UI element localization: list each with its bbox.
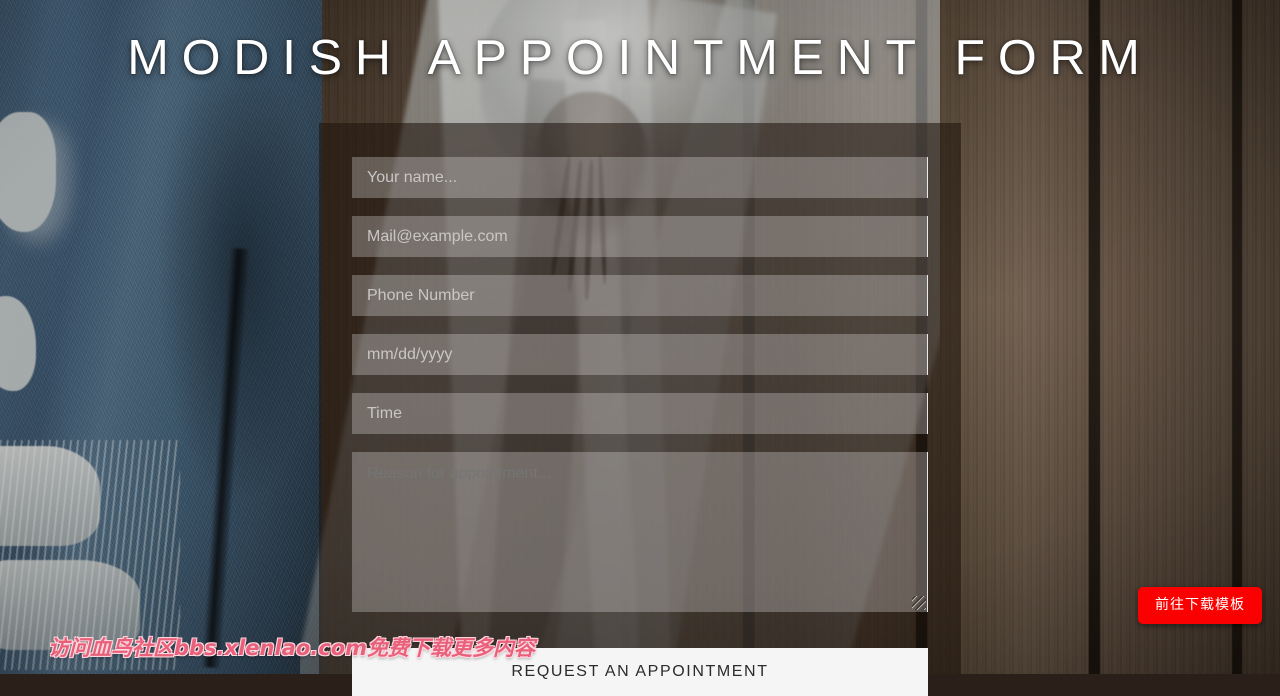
- date-input[interactable]: [352, 334, 928, 375]
- reason-field-wrapper: [352, 452, 928, 612]
- phone-input[interactable]: [352, 275, 928, 316]
- name-input[interactable]: [352, 157, 928, 198]
- download-template-button[interactable]: 前往下载模板: [1138, 587, 1262, 624]
- reason-textarea[interactable]: [352, 452, 928, 612]
- appointment-form-panel: [319, 123, 961, 674]
- form-fields-container: [352, 157, 928, 612]
- site-watermark: 访问血鸟社区bbs.xlenlao.com免费下载更多内容: [48, 636, 536, 660]
- email-input[interactable]: [352, 216, 928, 257]
- page-title: MODISH APPOINTMENT FORM: [127, 31, 1153, 85]
- time-input[interactable]: [352, 393, 928, 434]
